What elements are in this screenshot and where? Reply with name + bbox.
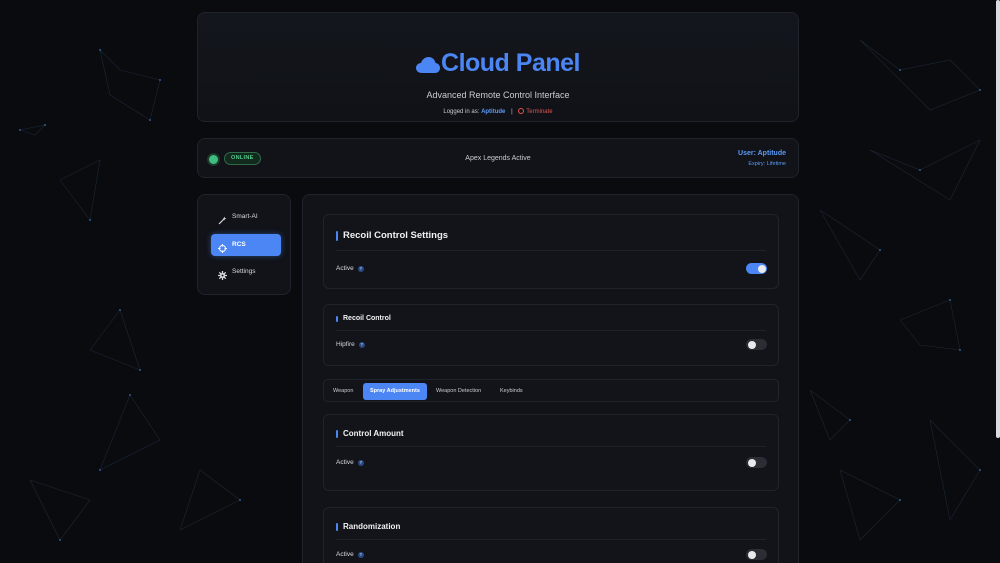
help-icon[interactable]: ? — [357, 266, 364, 272]
recoil-active-toggle[interactable] — [746, 263, 767, 274]
brand-title: Cloud Panel — [198, 49, 798, 80]
gear-icon — [218, 268, 227, 280]
help-icon[interactable]: ? — [357, 460, 364, 466]
user-label: User: Aptitude — [738, 150, 786, 157]
active-text: Active — [336, 265, 354, 272]
help-icon[interactable]: ? — [358, 342, 365, 348]
tab-keybinds[interactable]: Keybinds — [493, 383, 530, 400]
toggle-knob — [757, 264, 766, 273]
toggle-knob — [747, 458, 756, 467]
separator: | — [511, 109, 513, 115]
main-panel: Recoil Control Settings Active? Recoil C… — [302, 194, 799, 563]
hipfire-label: Hipfire? — [336, 341, 365, 348]
tab-weapon-detection[interactable]: Weapon Detection — [429, 383, 488, 400]
header-subtitle: Advanced Remote Control Interface — [426, 90, 570, 100]
active-label: Active? — [336, 265, 364, 272]
section-title: Randomization — [336, 522, 400, 531]
terminate-label: Terminate — [526, 109, 553, 115]
status-bar: ONLINE Apex Legends Active User: Aptitud… — [197, 138, 799, 178]
expiry-label: Expiry: Lifetime — [748, 161, 786, 167]
toggle-knob — [747, 550, 756, 559]
active-text: Active — [336, 459, 354, 466]
control-amount-section: Control Amount Active? — [323, 414, 779, 491]
game-status: Apex Legends Active — [465, 155, 531, 162]
randomization-toggle[interactable] — [746, 549, 767, 560]
control-amount-toggle[interactable] — [746, 457, 767, 468]
brand-name: Cloud Panel — [441, 49, 580, 77]
toggle-knob — [747, 340, 756, 349]
cloud-icon — [416, 51, 441, 80]
terminate-link[interactable]: Terminate — [518, 108, 553, 115]
sidebar-item-settings[interactable]: Settings — [211, 261, 281, 283]
divider — [336, 330, 766, 331]
hipfire-text: Hipfire — [336, 341, 355, 348]
section-title: Recoil Control Settings — [336, 230, 448, 241]
hipfire-toggle[interactable] — [746, 339, 767, 350]
section-title: Control Amount — [336, 429, 404, 438]
header-panel: Cloud Panel Advanced Remote Control Inte… — [197, 12, 799, 122]
power-icon — [518, 108, 525, 114]
page-scrollbar[interactable] — [996, 0, 1000, 438]
recoil-control-section: Recoil Control Hipfire? — [323, 304, 779, 366]
login-info: Logged in as: Aptitude | Terminate — [198, 108, 798, 115]
rcs-tabs: Weapon Spray Adjustments Weapon Detectio… — [323, 379, 779, 402]
sidebar-item-rcs[interactable]: RCS — [211, 234, 281, 256]
tab-spray-adjustments[interactable]: Spray Adjustments — [363, 383, 427, 400]
divider — [336, 446, 766, 447]
sidebar-item-label: Settings — [232, 268, 256, 275]
sidebar: Smart-AI RCS Settings — [197, 194, 291, 295]
active-text: Active — [336, 551, 354, 558]
crosshair-icon — [218, 241, 227, 253]
divider — [336, 250, 766, 251]
magic-wand-icon — [218, 213, 227, 225]
randomization-section: Randomization Active? — [323, 507, 779, 563]
help-icon[interactable]: ? — [357, 552, 364, 558]
active-label: Active? — [336, 551, 364, 558]
active-label: Active? — [336, 459, 364, 466]
logged-in-prefix: Logged in as: — [443, 109, 480, 115]
divider — [336, 539, 766, 540]
section-title: Recoil Control — [336, 315, 391, 322]
sidebar-item-smart-ai[interactable]: Smart-AI — [211, 206, 281, 228]
tab-weapon[interactable]: Weapon — [326, 383, 360, 400]
sidebar-item-label: RCS — [232, 241, 246, 248]
logged-in-user: Aptitude — [481, 109, 506, 115]
recoil-control-settings-section: Recoil Control Settings Active? — [323, 214, 779, 289]
sidebar-item-label: Smart-AI — [232, 213, 258, 220]
